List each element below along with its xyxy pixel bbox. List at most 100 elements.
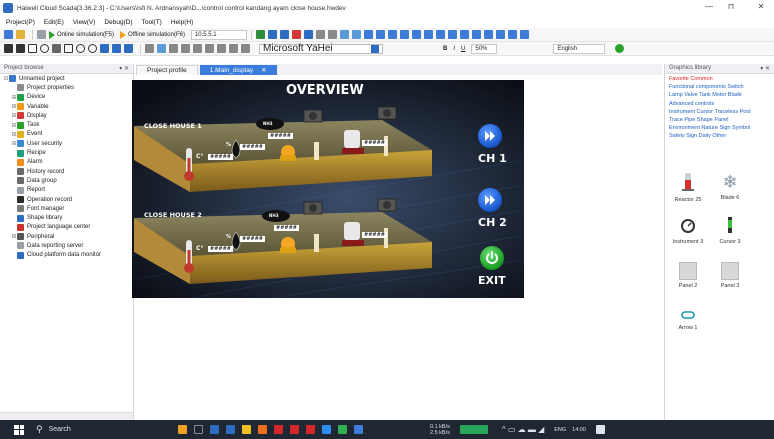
same-height-icon[interactable] [471, 30, 481, 39]
ellipse-icon[interactable] [40, 44, 49, 53]
circle-icon[interactable] [76, 44, 85, 53]
library-category[interactable]: Functional components Switch [665, 84, 774, 92]
menu-help[interactable]: Help(H) [171, 19, 193, 26]
app-icon[interactable] [290, 425, 299, 434]
align-left-icon[interactable] [363, 30, 373, 39]
font-select[interactable]: Microsoft YaHei [259, 43, 383, 54]
close-tab-icon[interactable]: ✕ [261, 66, 266, 74]
library-item-instrument[interactable]: Instrument 3 [669, 218, 707, 245]
grid-icon[interactable] [169, 44, 178, 53]
underline-button[interactable]: U [461, 46, 465, 52]
distribute-v-icon[interactable] [447, 30, 457, 39]
library-category[interactable]: Advanced controls [665, 101, 774, 109]
tree-item[interactable]: ⊞ Device [0, 93, 133, 102]
horizontal-scrollbar[interactable] [0, 412, 133, 420]
run-icon[interactable] [615, 44, 625, 53]
tree-item[interactable]: ⊞ Peripheral [0, 232, 133, 241]
ch2-button[interactable] [478, 188, 502, 212]
tree-item[interactable]: ⊞ Event [0, 130, 133, 139]
whatsapp-icon[interactable] [338, 425, 347, 434]
line-width-icon[interactable] [217, 44, 226, 53]
tree-item[interactable]: History record [0, 167, 133, 176]
line-style-icon[interactable] [205, 44, 214, 53]
line-icon[interactable] [52, 44, 61, 53]
app-icon[interactable] [258, 425, 267, 434]
tree-item[interactable]: Report [0, 186, 133, 195]
exit-button[interactable] [480, 246, 504, 270]
library-category[interactable]: Trace Pipe Shape Panel [665, 117, 774, 125]
app-icon[interactable] [274, 425, 283, 434]
online-simulation-button[interactable]: Online simulation(F5) [49, 30, 114, 39]
text-icon[interactable] [100, 44, 109, 53]
config-icon[interactable] [279, 30, 289, 39]
library-category[interactable]: Lamp Valve Tank Motor Blade [665, 92, 774, 100]
tree-item[interactable]: Data reporting server [0, 241, 133, 250]
paste-icon[interactable] [351, 30, 361, 39]
align-center-icon[interactable] [375, 30, 385, 39]
line-color-icon[interactable] [193, 44, 202, 53]
button-tool-icon[interactable] [124, 44, 133, 53]
library-item-panel-2[interactable]: Panel 2 [669, 262, 707, 289]
app-icon[interactable] [178, 425, 187, 434]
align-right-icon[interactable] [387, 30, 397, 39]
language-select[interactable]: English [553, 43, 606, 54]
ungroup-icon[interactable] [495, 30, 505, 39]
tab-main-display[interactable]: 1.Main_display ✕ [199, 65, 277, 75]
select-icon[interactable] [16, 44, 25, 53]
ch1-button[interactable] [478, 124, 502, 148]
arc-icon[interactable] [88, 44, 97, 53]
library-category[interactable]: Favorite Common [665, 76, 774, 84]
app-icon[interactable] [226, 425, 235, 434]
align-top-icon[interactable] [399, 30, 409, 39]
zoom-in-icon[interactable] [145, 44, 154, 53]
menu-edit[interactable]: Edit(E) [44, 19, 64, 26]
italic-button[interactable]: I [453, 46, 455, 52]
library-item-cursor[interactable]: Cursor 3 [711, 216, 749, 245]
tree-item[interactable]: Alarm [0, 158, 133, 167]
windows-start-icon[interactable] [14, 424, 24, 435]
tree-item[interactable]: Project language center [0, 223, 133, 232]
library-item-reactor[interactable]: Reactor 25 [669, 172, 707, 203]
shadow-icon[interactable] [241, 44, 250, 53]
new-icon[interactable] [4, 30, 13, 39]
bold-button[interactable]: B [443, 46, 447, 52]
tray-app-icon[interactable] [459, 425, 488, 434]
ip-address-field[interactable]: 10.5.5.1 [190, 29, 247, 40]
tree-item[interactable]: Cloud platform data monitor [0, 251, 133, 260]
bring-front-icon[interactable] [507, 30, 517, 39]
tree-item[interactable]: ⊟ Unnamed project [0, 74, 133, 83]
tree-item[interactable]: Recipe [0, 148, 133, 157]
redo-icon[interactable] [327, 30, 337, 39]
tree-item[interactable]: Project properties [0, 83, 133, 92]
close-button[interactable]: ✕ [754, 2, 768, 14]
task-view-icon[interactable] [194, 425, 203, 434]
monitor-icon[interactable] [267, 30, 277, 39]
folder-icon[interactable] [242, 425, 251, 434]
stop-icon[interactable] [291, 30, 301, 39]
send-back-icon[interactable] [519, 30, 529, 39]
maximize-button[interactable]: ⊓ [724, 2, 738, 14]
panel-controls[interactable]: ▾ ✕ [760, 65, 770, 72]
zoom-out-icon[interactable] [157, 44, 166, 53]
library-category[interactable]: Instrument Cursor Traceless Pool [665, 109, 774, 117]
menu-view[interactable]: View(V) [73, 19, 96, 26]
tree-item[interactable]: ⊞ User security [0, 139, 133, 148]
minimize-button[interactable]: — [702, 2, 716, 14]
tree-item[interactable]: Font manager [0, 204, 133, 213]
save-icon[interactable] [37, 30, 46, 39]
distribute-h-icon[interactable] [435, 30, 445, 39]
fill-icon[interactable] [181, 44, 190, 53]
panel-controls[interactable]: ▾ ✕ [119, 65, 129, 72]
tree-item[interactable]: ⊞ Task [0, 120, 133, 129]
library-category[interactable]: Safety Sign Daily Other [665, 133, 774, 141]
download-icon[interactable] [255, 30, 265, 39]
tree-item[interactable]: Data group [0, 176, 133, 185]
taskbar-search[interactable]: ⚲ Search [36, 420, 140, 439]
library-item-arrow[interactable]: Arrow 1 [669, 310, 707, 331]
app-icon[interactable] [210, 425, 219, 434]
align-bottom-icon[interactable] [423, 30, 433, 39]
tree-item[interactable]: ⊞ Variable [0, 102, 133, 111]
library-item-blade[interactable]: ❄ Blade 6 [711, 172, 749, 201]
polygon-icon[interactable] [64, 44, 73, 53]
chrome-icon[interactable] [322, 425, 331, 434]
